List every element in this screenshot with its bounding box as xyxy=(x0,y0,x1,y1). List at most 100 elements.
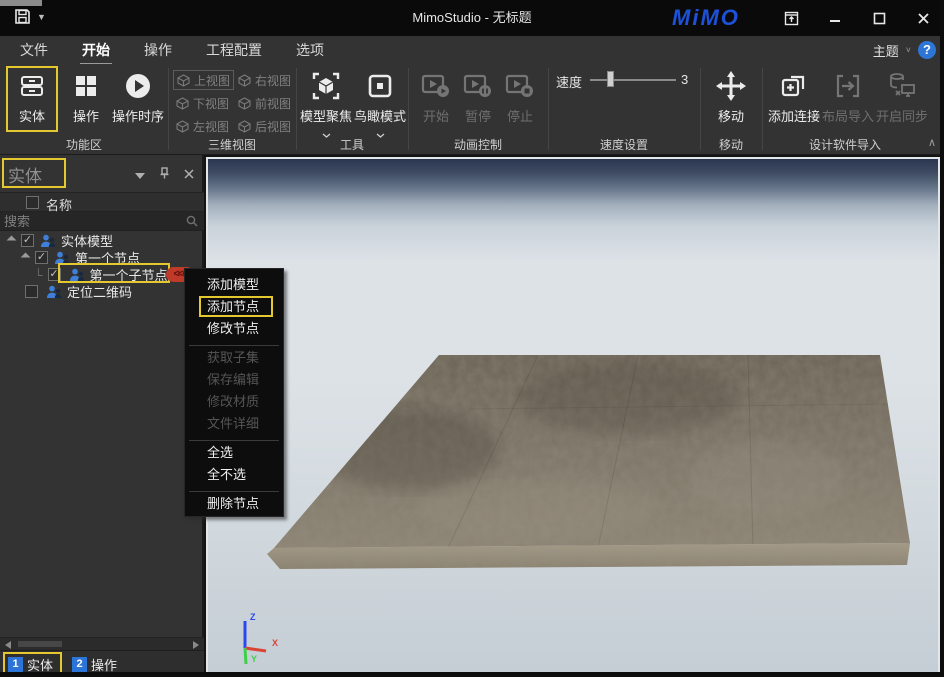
tab-number-badge: 1 xyxy=(8,657,23,672)
view-front-button: 前视图 xyxy=(235,93,294,113)
title-bar: ▼ MimoStudio - 无标题 MiMO xyxy=(0,0,944,36)
tree-header-row: 名称 xyxy=(0,192,204,212)
node1-checkbox[interactable]: ✓ xyxy=(35,251,48,264)
maximize-button[interactable] xyxy=(864,5,894,31)
anim-pause-button: 暂停 xyxy=(458,68,498,125)
group-label-move: 移动 xyxy=(700,136,762,152)
axis-x-label: X xyxy=(272,638,278,648)
menu-item-select-all[interactable]: 全选 xyxy=(185,442,283,464)
operation-button[interactable]: 操作 xyxy=(62,68,110,130)
menu-item-add-node[interactable]: 添加节点 xyxy=(185,296,283,318)
scroll-right-icon[interactable] xyxy=(193,641,199,649)
add-connection-label: 添加连接 xyxy=(768,106,820,125)
ribbon-collapse-icon[interactable]: ∧ xyxy=(928,136,936,149)
move-button[interactable]: 移动 xyxy=(706,68,756,125)
move-label: 移动 xyxy=(718,106,744,125)
expander-icon[interactable] xyxy=(21,253,31,263)
root-checkbox[interactable]: ✓ xyxy=(21,234,34,247)
tree-label-qr[interactable]: 定位二维码 xyxy=(67,282,132,301)
tab-project-config[interactable]: 工程配置 xyxy=(202,38,266,62)
menu-item-select-none[interactable]: 全不选 xyxy=(185,464,283,486)
menu-item-add-model[interactable]: 添加模型 xyxy=(185,274,283,296)
speed-slider-track[interactable] xyxy=(590,79,676,81)
operation-sequence-button[interactable]: 操作时序 xyxy=(110,68,166,130)
panel-dropdown-icon[interactable] xyxy=(135,166,145,184)
search-input[interactable] xyxy=(4,212,182,230)
mimo-logo: MiMO xyxy=(672,5,740,31)
model-focus-button[interactable]: 模型聚焦 xyxy=(300,68,352,141)
minimize-button[interactable] xyxy=(820,5,850,31)
entity-label: 实体 xyxy=(19,106,45,125)
entity-tree: ✓ 实体模型 ✓ 第一个节点 └ ✓ 第一个子节点 定 xyxy=(0,231,204,637)
theme-selector[interactable]: 主题 xyxy=(873,41,899,60)
anim-start-button: 开始 xyxy=(416,68,456,125)
speed-label: 速度 xyxy=(556,72,582,91)
app-window: ▼ MimoStudio - 无标题 MiMO 文件 开始 操作 工程配置 选项… xyxy=(0,0,944,677)
view-back-button: 后视图 xyxy=(235,116,294,136)
pin-icon[interactable] xyxy=(159,166,170,184)
speed-slider-handle[interactable] xyxy=(607,71,614,87)
menu-item-modify-material: 修改材质 xyxy=(185,391,283,413)
ribbon: 实体 操作 操作时序 功能区 上视图 右视图 下视图 前视图 左视图 后视图 三… xyxy=(0,64,944,155)
entity-button[interactable]: 实体 xyxy=(8,68,56,130)
anim-pause-icon xyxy=(463,68,493,104)
view-top-button: 上视图 xyxy=(173,70,234,90)
entity-panel: 实体 名称 ✓ 实体模型 ✓ xyxy=(0,155,204,677)
search-row xyxy=(0,212,204,231)
scroll-thumb[interactable] xyxy=(18,641,62,647)
menu-bar: 文件 开始 操作 工程配置 选项 主题 ˅ ? xyxy=(0,36,944,64)
qr-checkbox[interactable] xyxy=(25,285,38,298)
layout-import-icon xyxy=(833,68,863,104)
sync-icon xyxy=(887,68,917,104)
layout-import-label: 布局导入 xyxy=(822,106,874,125)
operation-label: 操作 xyxy=(73,106,99,125)
panel-title: 实体 xyxy=(8,162,42,187)
add-connection-button[interactable]: 添加连接 xyxy=(768,68,820,125)
anim-stop-icon xyxy=(505,68,535,104)
help-button[interactable]: ? xyxy=(918,41,936,59)
layout-import-button: 布局导入 xyxy=(822,68,874,125)
tab-number-badge: 2 xyxy=(72,657,87,672)
anim-start-label: 开始 xyxy=(423,106,449,125)
anim-stop-button: 停止 xyxy=(500,68,540,125)
panel-close-icon[interactable] xyxy=(184,166,194,184)
tree-row-root[interactable]: ✓ 实体模型 xyxy=(0,232,113,249)
axis-y-label: Y xyxy=(251,654,257,664)
model-focus-label: 模型聚焦 xyxy=(300,106,352,125)
grid-icon xyxy=(73,68,99,104)
horizontal-scrollbar[interactable] xyxy=(0,637,204,650)
group-label-anim: 动画控制 xyxy=(408,136,548,152)
viewport-3d[interactable]: Z X Y xyxy=(206,157,940,674)
dock-window-icon[interactable] xyxy=(776,5,806,31)
anim-start-icon xyxy=(421,68,451,104)
menu-item-save-edit: 保存编辑 xyxy=(185,369,283,391)
scroll-left-icon[interactable] xyxy=(5,641,11,649)
tree-row-qr[interactable]: 定位二维码 xyxy=(0,283,132,300)
sync-button: 开启同步 xyxy=(876,68,928,125)
tab-options[interactable]: 选项 xyxy=(292,38,328,62)
add-connection-icon xyxy=(779,68,809,104)
name-checkbox[interactable] xyxy=(26,196,39,209)
operation-sequence-label: 操作时序 xyxy=(112,106,164,125)
axis-z-label: Z xyxy=(250,612,256,622)
expander-icon[interactable] xyxy=(7,236,17,246)
menu-item-delete-node[interactable]: 删除节点 xyxy=(185,493,283,515)
play-circle-icon xyxy=(124,68,152,104)
entity-group-icon xyxy=(46,285,62,299)
close-button[interactable] xyxy=(908,5,938,31)
group-label-speed: 速度设置 xyxy=(548,136,700,152)
menu-item-modify-node[interactable]: 修改节点 xyxy=(185,318,283,340)
menu-item-file-detail: 文件详细 xyxy=(185,413,283,435)
chevron-down-icon[interactable]: ˅ xyxy=(906,45,911,55)
tab-file[interactable]: 文件 xyxy=(16,38,52,62)
focus-cube-icon xyxy=(310,68,342,104)
tab-home[interactable]: 开始 xyxy=(78,38,114,62)
tab-operation[interactable]: 操作 xyxy=(140,38,176,62)
birdview-mode-button[interactable]: 鸟瞰模式 xyxy=(354,68,406,141)
birdview-icon xyxy=(366,68,394,104)
selected-node-highlight xyxy=(58,263,170,283)
view-bottom-button: 下视图 xyxy=(173,93,232,113)
sync-label: 开启同步 xyxy=(876,106,928,125)
group-label-func: 功能区 xyxy=(0,136,168,152)
menu-item-get-subset: 获取子集 xyxy=(185,347,283,369)
